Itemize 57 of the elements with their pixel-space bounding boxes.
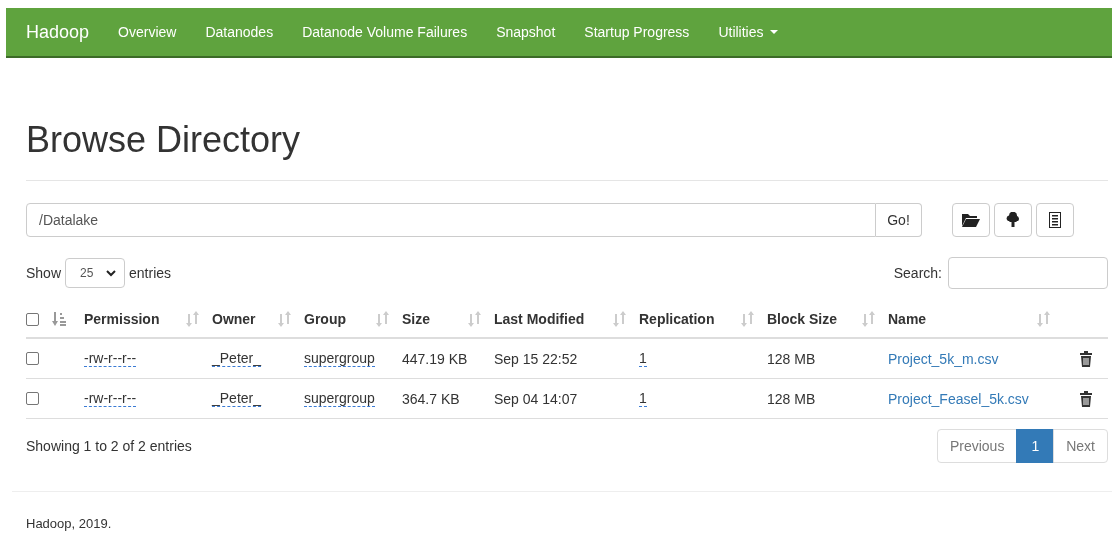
pagination-button[interactable]: 1: [1016, 429, 1055, 463]
checkbox[interactable]: [26, 352, 39, 365]
table-cell: 447.19 KB: [402, 350, 468, 367]
checkbox[interactable]: [26, 312, 39, 326]
column-header[interactable]: Permission: [84, 311, 160, 327]
sort-icon[interactable]: [186, 311, 200, 327]
sort-icon[interactable]: [278, 311, 292, 327]
column-header[interactable]: Last Modified: [494, 311, 585, 327]
sort-icon[interactable]: [862, 311, 876, 327]
column-header[interactable]: Size: [402, 311, 430, 327]
column-header[interactable]: Replication: [639, 311, 715, 327]
permission-link[interactable]: -rw-r--r--: [84, 350, 137, 367]
group-link[interactable]: supergroup: [304, 390, 375, 407]
sort-icon[interactable]: [468, 311, 482, 327]
replication-link[interactable]: 1: [639, 350, 647, 367]
entries-info: Showing 1 to 2 of 2 entries: [26, 438, 192, 454]
chevron-down-icon: [106, 269, 117, 277]
table-cell: Sep 04 14:07: [494, 390, 578, 407]
sort-icon[interactable]: [376, 311, 390, 327]
upload-button[interactable]: [994, 203, 1032, 237]
pagination-button[interactable]: Previous: [936, 429, 1018, 463]
table-cell: 364.7 KB: [402, 390, 460, 407]
search-field[interactable]: [948, 257, 1108, 289]
permission-link[interactable]: -rw-r--r--: [84, 390, 137, 407]
checkbox[interactable]: [26, 392, 39, 405]
path-field[interactable]: /Datalake: [26, 203, 876, 237]
folder-icon: [962, 213, 980, 227]
file-link[interactable]: Project_Feasel_5k.csv: [888, 390, 1029, 407]
column-header[interactable]: Owner: [212, 311, 256, 327]
create-folder-button[interactable]: [952, 203, 990, 237]
pagination-button[interactable]: Next: [1053, 429, 1108, 463]
replication-link[interactable]: 1: [639, 390, 647, 407]
trash-icon[interactable]: [1079, 350, 1092, 367]
footer-text: Hadoop, 2019.: [26, 516, 112, 531]
table-cell: 128 MB: [767, 390, 816, 407]
go-button[interactable]: Go!: [876, 203, 922, 237]
owner-link[interactable]: _Peter_: [212, 390, 262, 407]
table-cell: Sep 15 22:52: [494, 350, 578, 367]
column-header[interactable]: Name: [888, 311, 927, 327]
list-button[interactable]: [1036, 203, 1074, 237]
column-header[interactable]: Group: [304, 311, 346, 327]
search-label: Search:: [893, 265, 942, 281]
entries-label: entries: [129, 265, 172, 281]
column-header[interactable]: Block Size: [767, 311, 838, 327]
show-label: Show: [26, 265, 62, 281]
trash-icon[interactable]: [1079, 390, 1092, 407]
table-cell: 128 MB: [767, 350, 816, 367]
entries-select[interactable]: 25: [65, 258, 126, 288]
sort-icon[interactable]: [613, 311, 627, 327]
file-link[interactable]: Project_5k_m.csv: [888, 350, 999, 367]
owner-link[interactable]: _Peter_: [212, 350, 262, 367]
group-link[interactable]: supergroup: [304, 350, 375, 367]
sort-ascending-icon[interactable]: [52, 311, 66, 327]
sort-icon[interactable]: [741, 311, 755, 327]
page-title: Browse Directory: [26, 120, 302, 160]
list-icon: [1049, 212, 1061, 228]
sort-icon[interactable]: [1037, 311, 1051, 327]
